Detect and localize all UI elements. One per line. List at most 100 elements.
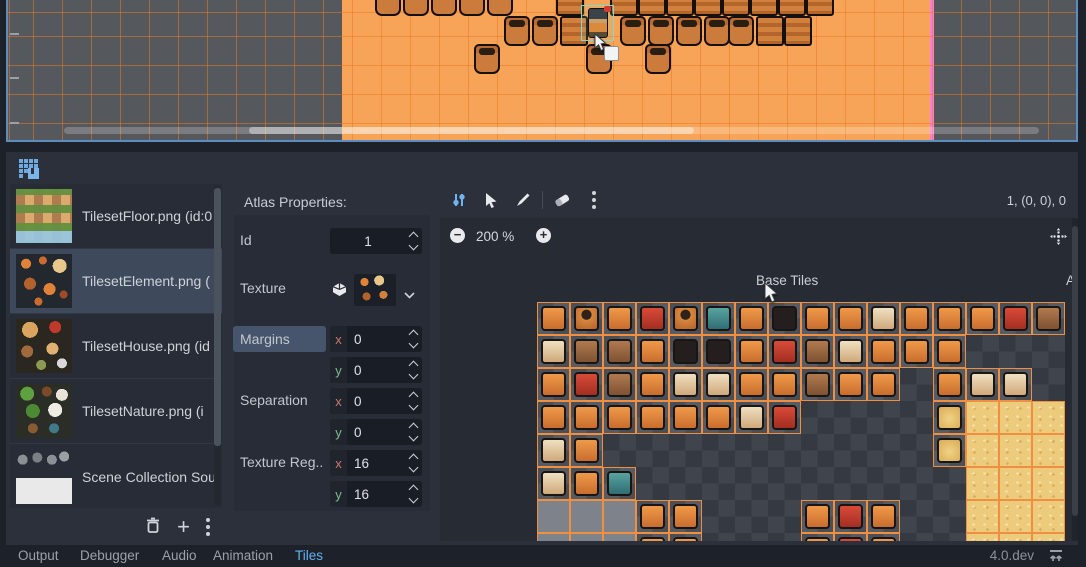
- atlas-tile[interactable]: [966, 434, 999, 467]
- atlas-tile[interactable]: [603, 335, 636, 368]
- atlas-tile[interactable]: [537, 302, 570, 335]
- atlas-tile[interactable]: [570, 467, 603, 500]
- atlas-tile[interactable]: [1032, 434, 1065, 467]
- atlas-tile[interactable]: [768, 335, 801, 368]
- atlas-tile[interactable]: [999, 368, 1032, 401]
- atlas-tile[interactable]: [867, 533, 900, 541]
- texture-region-x-field[interactable]: x 16: [330, 450, 422, 476]
- atlas-tile[interactable]: [999, 401, 1032, 434]
- separation-x-field[interactable]: x 0: [330, 388, 422, 414]
- atlas-tile[interactable]: [669, 368, 702, 401]
- atlas-tile[interactable]: [735, 335, 768, 368]
- tab-audio[interactable]: Audio: [162, 548, 197, 563]
- atlas-tile[interactable]: [867, 335, 900, 368]
- zoom-in-button[interactable]: +: [536, 228, 551, 243]
- id-value-field[interactable]: 1: [330, 228, 422, 254]
- atlas-tile[interactable]: [933, 335, 966, 368]
- spinner-icon[interactable]: [410, 331, 417, 347]
- atlas-tile[interactable]: [636, 335, 669, 368]
- atlas-tile[interactable]: [537, 434, 570, 467]
- atlas-tile[interactable]: [1032, 302, 1065, 335]
- atlas-tile[interactable]: [570, 500, 603, 533]
- atlas-tile[interactable]: [702, 368, 735, 401]
- atlas-tile[interactable]: [933, 302, 966, 335]
- atlas-tile[interactable]: [1032, 401, 1065, 434]
- chevron-down-icon[interactable]: [404, 286, 415, 304]
- list-item[interactable]: TilesetHouse.png (id: [10, 313, 222, 378]
- atlas-tile[interactable]: [966, 401, 999, 434]
- atlas-tile[interactable]: [636, 302, 669, 335]
- atlas-tile[interactable]: [669, 302, 702, 335]
- atlas-tile[interactable]: [999, 533, 1032, 541]
- atlas-tile[interactable]: [834, 368, 867, 401]
- list-item[interactable]: TilesetNature.png (i: [10, 378, 222, 443]
- list-item[interactable]: Scene Collection Sou: [10, 443, 222, 508]
- atlas-tile[interactable]: [603, 401, 636, 434]
- atlas-tile[interactable]: [834, 533, 867, 541]
- atlas-tile[interactable]: [834, 500, 867, 533]
- add-source-button[interactable]: +: [177, 517, 190, 537]
- spinner-icon[interactable]: [410, 424, 417, 440]
- atlas-tile[interactable]: [636, 500, 669, 533]
- atlas-tile[interactable]: [702, 335, 735, 368]
- atlas-tile[interactable]: [966, 500, 999, 533]
- spinner-icon[interactable]: [410, 486, 417, 502]
- separation-y-field[interactable]: y 0: [330, 419, 422, 445]
- atlas-tile[interactable]: [1032, 533, 1065, 541]
- atlas-tile[interactable]: [570, 335, 603, 368]
- atlas-tile[interactable]: [867, 500, 900, 533]
- toolbar-menu-button[interactable]: [581, 188, 607, 212]
- atlas-tile[interactable]: [603, 533, 636, 541]
- atlas-tile[interactable]: [801, 368, 834, 401]
- atlas-tile[interactable]: [966, 467, 999, 500]
- tab-output[interactable]: Output: [18, 548, 59, 563]
- atlas-tile[interactable]: [570, 434, 603, 467]
- atlas-tile[interactable]: [735, 368, 768, 401]
- tab-animation[interactable]: Animation: [213, 548, 273, 563]
- atlas-canvas[interactable]: − 200 % + Base Tiles Al: [440, 218, 1078, 541]
- atlas-tile[interactable]: [603, 467, 636, 500]
- zoom-out-button[interactable]: −: [450, 228, 465, 243]
- delete-source-button[interactable]: [145, 516, 161, 539]
- atlas-tile[interactable]: [603, 302, 636, 335]
- atlas-tile[interactable]: [999, 500, 1032, 533]
- margins-x-field[interactable]: x 0: [330, 326, 422, 352]
- atlas-vertical-scrollbar[interactable]: [1072, 218, 1078, 541]
- scrollbar-thumb[interactable]: [1072, 226, 1078, 516]
- atlas-tile[interactable]: [702, 401, 735, 434]
- atlas-tile[interactable]: [570, 302, 603, 335]
- atlas-tile[interactable]: [867, 302, 900, 335]
- atlas-tile[interactable]: [999, 434, 1032, 467]
- atlas-tile[interactable]: [768, 368, 801, 401]
- atlas-tile[interactable]: [636, 368, 669, 401]
- atlas-tile[interactable]: [801, 335, 834, 368]
- select-tool-button[interactable]: [478, 188, 504, 212]
- list-item[interactable]: TilesetFloor.png (id:0: [10, 184, 222, 248]
- atlas-tile[interactable]: [537, 467, 570, 500]
- atlas-tile[interactable]: [702, 302, 735, 335]
- atlas-tile[interactable]: [537, 335, 570, 368]
- atlas-tile[interactable]: [669, 401, 702, 434]
- expand-panel-button[interactable]: [1048, 549, 1064, 567]
- tab-debugger[interactable]: Debugger: [80, 548, 139, 563]
- atlas-tile[interactable]: [636, 533, 669, 541]
- spinner-icon[interactable]: [410, 393, 417, 409]
- atlas-tile[interactable]: [735, 401, 768, 434]
- atlas-tile[interactable]: [867, 368, 900, 401]
- source-list-scrollbar[interactable]: [214, 186, 221, 506]
- pan-tool-icon[interactable]: [1050, 228, 1067, 250]
- atlas-tile[interactable]: [801, 533, 834, 541]
- atlas-tile[interactable]: [933, 401, 966, 434]
- margins-y-field[interactable]: y 0: [330, 357, 422, 383]
- source-menu-button[interactable]: [206, 518, 210, 536]
- list-item-selected[interactable]: TilesetElement.png (: [10, 248, 222, 313]
- atlas-tile[interactable]: [537, 533, 570, 541]
- atlas-tile[interactable]: [1032, 467, 1065, 500]
- atlas-tile[interactable]: [537, 368, 570, 401]
- atlas-tile[interactable]: [966, 302, 999, 335]
- atlas-tile[interactable]: [768, 401, 801, 434]
- atlas-tile[interactable]: [801, 302, 834, 335]
- tab-tiles[interactable]: Tiles: [295, 548, 323, 563]
- atlas-tile[interactable]: [537, 500, 570, 533]
- atlas-tile[interactable]: [801, 500, 834, 533]
